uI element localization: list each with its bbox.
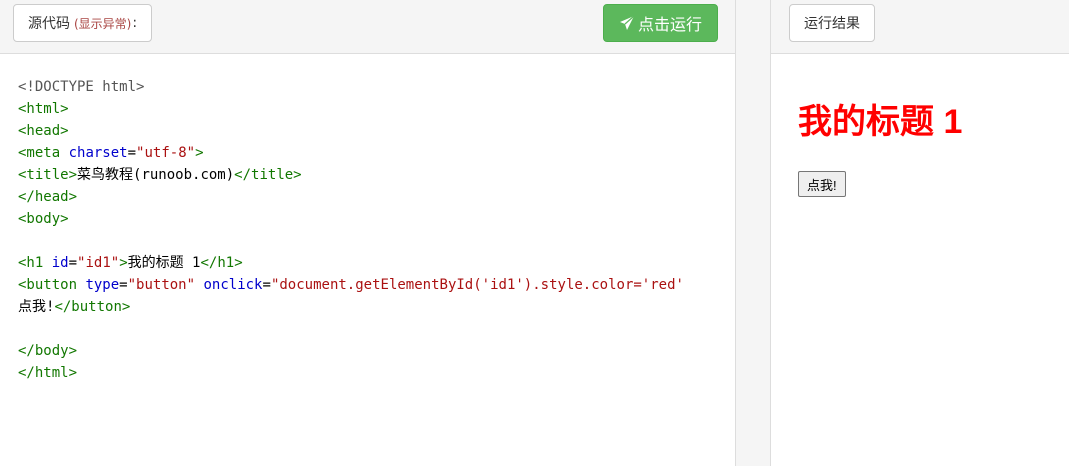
code-token: <meta [18, 145, 61, 161]
run-button-label: 点击运行 [637, 15, 702, 34]
code-token: </h1> [200, 255, 243, 271]
preview-click-button[interactable]: 点我! [798, 171, 846, 197]
panel-splitter[interactable] [736, 0, 771, 466]
preview-heading: 我的标题 1 [798, 103, 963, 141]
source-code-panel: 源代码 (显示异常) : 点击运行 <!DOCTYPE html> <html> <… [0, 0, 736, 466]
code-token: = [262, 277, 271, 293]
code-line: <button type="button" onclick="document.… [18, 274, 723, 296]
code-line: <head> [18, 120, 723, 142]
display-issue-note[interactable]: (显示异常) [74, 15, 131, 32]
code-token: > [119, 255, 128, 271]
code-token: onclick [203, 277, 263, 293]
paper-plane-icon [619, 15, 635, 30]
source-code-toolbar: 源代码 (显示异常) : 点击运行 [0, 0, 735, 54]
code-token: = [119, 277, 128, 293]
code-token: <!DOCTYPE html> [18, 79, 145, 95]
code-token: <head> [18, 123, 69, 139]
code-token: 我的标题 1 [127, 255, 201, 271]
code-token: <title> [18, 167, 78, 183]
source-label-colon: : [132, 15, 138, 31]
code-token: </head> [18, 189, 78, 205]
code-line: 点我!</button> [18, 296, 723, 318]
code-token: "utf-8" [136, 145, 196, 161]
code-token: <button [18, 277, 78, 293]
code-editor[interactable]: <!DOCTYPE html> <html> <head> <meta charset… [18, 76, 723, 456]
code-token: 点我! [18, 299, 55, 315]
result-label: 运行结果 [789, 4, 875, 42]
code-line: <!DOCTYPE html> [18, 76, 723, 98]
run-button[interactable]: 点击运行 [603, 4, 718, 42]
result-toolbar: 运行结果 [771, 0, 1069, 54]
code-token: 菜鸟教程(runoob.com) [77, 167, 235, 183]
code-line: </head> [18, 186, 723, 208]
source-code-label: 源代码 (显示异常) : [13, 4, 153, 42]
code-line: </body> [18, 340, 723, 362]
code-token: "document.getElementById('id1').style.co… [270, 277, 684, 293]
code-token: = [127, 145, 137, 161]
code-token: </button> [54, 299, 131, 315]
code-line: <body> [18, 208, 723, 230]
code-token: "button" [127, 277, 196, 293]
code-token: </title> [234, 167, 302, 183]
code-token: type [85, 277, 120, 293]
source-label-text: 源代码 [28, 16, 70, 32]
code-token: </body> [18, 343, 78, 359]
code-token: <html> [18, 101, 69, 117]
runoob-tryit-editor: 源代码 (显示异常) : 点击运行 <!DOCTYPE html> <html> <… [0, 0, 1069, 466]
code-line: <html> [18, 98, 723, 120]
code-token: <body> [18, 211, 69, 227]
code-line: </html> [18, 362, 723, 384]
result-panel: 运行结果 我的标题 1 点我! [771, 0, 1069, 466]
code-token: id [51, 255, 69, 271]
code-line: <title>菜鸟教程(runoob.com)</title> [18, 164, 723, 186]
code-token: charset [68, 145, 128, 161]
code-line: <meta charset="utf-8"> [18, 142, 723, 164]
code-token: <h1 [18, 255, 44, 271]
code-token: </html> [18, 365, 78, 381]
code-token: > [195, 145, 204, 161]
code-line: <h1 id="id1">我的标题 1</h1> [18, 252, 723, 274]
code-token: "id1" [77, 255, 120, 271]
code-token: = [68, 255, 78, 271]
